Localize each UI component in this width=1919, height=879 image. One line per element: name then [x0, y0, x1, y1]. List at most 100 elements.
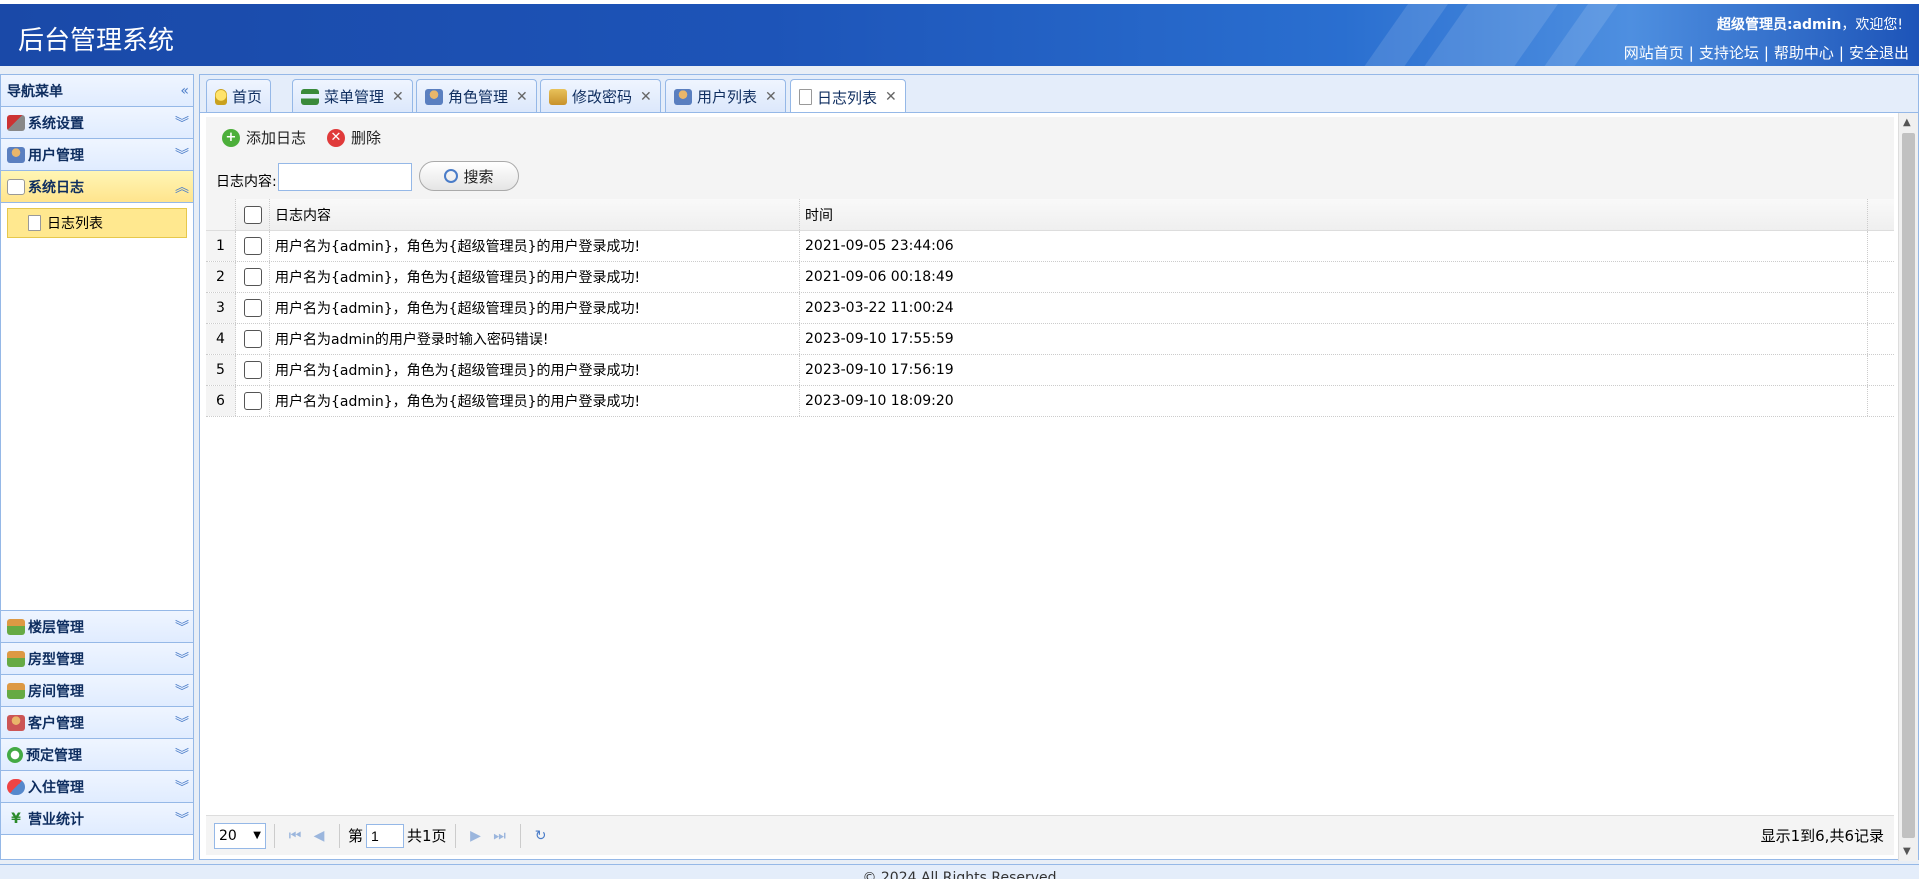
table-row[interactable]: 2 用户名为{admin}，角色为{超级管理员}的用户登录成功! 2021-09…: [206, 262, 1894, 293]
row-checkbox[interactable]: [243, 361, 262, 379]
tab-home[interactable]: 首页: [206, 79, 272, 113]
sidebar-group-user-management[interactable]: 用户管理 ︾: [1, 139, 193, 171]
sidebar-item-log-list[interactable]: 日志列表: [7, 208, 187, 238]
row-checkbox[interactable]: [243, 330, 262, 348]
page-total: 共1页: [407, 827, 447, 845]
sidebar-group-label: 入住管理: [28, 779, 84, 796]
scroll-down-icon[interactable]: ▼: [1903, 846, 1911, 857]
table-row[interactable]: 1 用户名为{admin}，角色为{超级管理员}的用户登录成功! 2021-09…: [206, 231, 1894, 262]
prev-page-icon[interactable]: ◀: [307, 828, 331, 844]
tab-label: 角色管理: [448, 88, 509, 106]
tab-log-list[interactable]: 日志列表 ✕: [790, 79, 906, 114]
table-row[interactable]: 6 用户名为{admin}，角色为{超级管理员}的用户登录成功! 2023-09…: [206, 386, 1894, 417]
next-page-icon[interactable]: ▶: [464, 828, 488, 844]
tab-role-management[interactable]: 角色管理 ✕: [416, 79, 537, 113]
row-number: 3: [206, 293, 236, 323]
expand-chevron-icon: ︾: [175, 683, 189, 700]
log-content-cell: 用户名为{admin}，角色为{超级管理员}的用户登录成功!: [270, 386, 800, 416]
select-all-checkbox[interactable]: [243, 205, 262, 224]
tab-user-list[interactable]: 用户列表 ✕: [665, 79, 786, 113]
column-header-time[interactable]: 时间: [800, 199, 1868, 230]
tab-label: 用户列表: [697, 88, 758, 106]
log-time-cell: 2021-09-05 23:44:06: [800, 231, 1868, 261]
sidebar-group-system-log[interactable]: 系统日志 ︽: [1, 171, 193, 203]
tab-content: + 添加日志 ✕ 删除 日志内容: 搜索 日志内容 时间 1 用户名为{admi…: [199, 112, 1919, 861]
delete-button[interactable]: ✕ 删除: [327, 127, 381, 148]
table-row[interactable]: 3 用户名为{admin}，角色为{超级管理员}的用户登录成功! 2023-03…: [206, 293, 1894, 324]
page-icon: [28, 215, 41, 231]
customer-icon: [7, 714, 25, 731]
page-size-value: 20: [219, 827, 237, 844]
sidebar-title: 导航菜单: [7, 83, 63, 100]
tree-icon: [301, 88, 319, 105]
tab-menu-management[interactable]: 菜单管理 ✕: [292, 79, 413, 113]
user-icon: [674, 88, 692, 105]
scroll-thumb[interactable]: [1902, 133, 1915, 838]
table-row[interactable]: 5 用户名为{admin}，角色为{超级管理员}的用户登录成功! 2023-09…: [206, 355, 1894, 386]
delete-icon: ✕: [327, 128, 345, 147]
tab-change-password[interactable]: 修改密码 ✕: [540, 79, 661, 113]
sidebar-group-room-type-management[interactable]: 房型管理 ︾: [1, 643, 193, 675]
house-icon: [7, 682, 25, 699]
vertical-scrollbar[interactable]: ▲ ▼: [1898, 113, 1918, 861]
expand-chevron-icon: ︾: [175, 747, 189, 764]
table-row[interactable]: 4 用户名为admin的用户登录时输入密码错误! 2023-09-10 17:5…: [206, 324, 1894, 355]
welcome-suffix: ，欢迎您!: [1841, 17, 1903, 33]
row-checkbox[interactable]: [243, 299, 262, 317]
add-log-label: 添加日志: [246, 129, 307, 147]
sidebar-group-label: 用户管理: [28, 147, 84, 164]
sidebar-group-business-statistics[interactable]: ¥ 营业统计 ︾: [1, 803, 193, 835]
sidebar-group-checkin-management[interactable]: 入住管理 ︾: [1, 771, 193, 803]
sidebar-group-system-settings[interactable]: 系统设置 ︾: [1, 107, 193, 139]
add-log-button[interactable]: + 添加日志: [222, 127, 306, 148]
link-site-home[interactable]: 网站首页: [1624, 44, 1684, 62]
collapse-chevron-icon: ︽: [175, 179, 189, 196]
page-number-input[interactable]: [366, 823, 405, 848]
sidebar-group-customer-management[interactable]: 客户管理 ︾: [1, 707, 193, 739]
footer: © 2024 All Rights Reserved: [0, 864, 1919, 879]
expand-chevron-icon: ︾: [175, 147, 189, 164]
add-icon: +: [222, 128, 240, 147]
log-time-cell: 2023-09-10 17:55:59: [800, 324, 1868, 354]
row-checkbox-cell: [236, 262, 270, 292]
welcome-text: 超级管理员:admin，欢迎您!: [1717, 14, 1903, 34]
column-header-content[interactable]: 日志内容: [270, 199, 800, 230]
sidebar-group-room-management[interactable]: 房间管理 ︾: [1, 675, 193, 707]
scroll-up-icon[interactable]: ▲: [1903, 117, 1911, 128]
sidebar-group-label: 系统日志: [28, 179, 84, 196]
collapse-sidebar-icon[interactable]: «: [180, 83, 188, 99]
close-tab-icon[interactable]: ✕: [392, 89, 404, 105]
sidebar-group-booking-management[interactable]: 预定管理 ︾: [1, 739, 193, 771]
house-icon: [7, 650, 25, 667]
row-checkbox-cell: [236, 231, 270, 261]
sidebar-group-label: 营业统计: [28, 811, 84, 828]
search-button-label: 搜索: [463, 167, 494, 186]
close-tab-icon[interactable]: ✕: [765, 89, 777, 105]
user-icon: [7, 146, 25, 163]
first-page-icon[interactable]: ⏮: [283, 828, 307, 844]
row-checkbox-cell: [236, 386, 270, 416]
close-tab-icon[interactable]: ✕: [885, 89, 897, 105]
tab-label: 日志列表: [817, 88, 878, 107]
link-support-forum[interactable]: 支持论坛: [1699, 44, 1759, 62]
close-tab-icon[interactable]: ✕: [516, 89, 528, 105]
refresh-icon[interactable]: ↻: [529, 828, 553, 844]
link-help-center[interactable]: 帮助中心: [1774, 44, 1834, 62]
pager-divider: [339, 823, 340, 848]
search-button[interactable]: 搜索: [419, 161, 519, 191]
row-checkbox-cell: [236, 355, 270, 385]
close-tab-icon[interactable]: ✕: [640, 89, 652, 105]
row-checkbox[interactable]: [243, 392, 262, 410]
row-checkbox[interactable]: [243, 268, 262, 286]
app-title: 后台管理系统: [18, 26, 175, 56]
log-content-search-input[interactable]: [278, 163, 412, 191]
sidebar-group-floor-management[interactable]: 楼层管理 ︾: [1, 611, 193, 643]
row-checkbox[interactable]: [243, 237, 262, 255]
log-time-cell: 2021-09-06 00:18:49: [800, 262, 1868, 292]
link-logout[interactable]: 安全退出: [1849, 44, 1909, 62]
expand-chevron-icon: ︾: [175, 115, 189, 132]
log-content-cell: 用户名为{admin}，角色为{超级管理员}的用户登录成功!: [270, 355, 800, 385]
tab-label: 首页: [232, 88, 263, 106]
page-size-select[interactable]: 20 ▼: [214, 822, 266, 849]
last-page-icon[interactable]: ⏭: [488, 828, 512, 844]
